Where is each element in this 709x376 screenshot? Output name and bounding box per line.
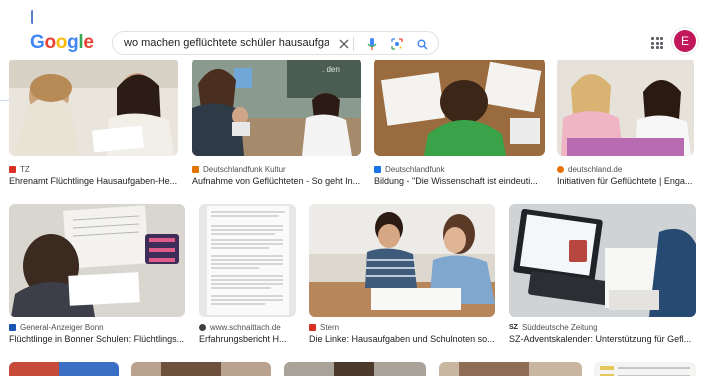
result-card-5[interactable]: General-Anzeiger Bonn Flüchtlinge in Bon… xyxy=(9,204,185,349)
search-input[interactable] xyxy=(124,37,329,49)
result-title[interactable]: Bildung - "Die Wissenschaft ist eindeuti… xyxy=(374,176,546,186)
source-favicon: SZ xyxy=(509,324,518,331)
google-logo[interactable]: Google xyxy=(30,32,94,54)
search-divider xyxy=(353,37,354,51)
source-favicon xyxy=(309,324,316,331)
logo-letter: G xyxy=(30,32,45,53)
result-source[interactable]: General-Anzeiger Bonn xyxy=(20,323,104,332)
cursor-mark xyxy=(31,10,34,24)
result-source[interactable]: Deutschlandfunk Kultur xyxy=(203,165,286,174)
result-image-9[interactable] xyxy=(9,362,119,376)
search-icon[interactable] xyxy=(414,36,430,52)
svg-text:. den: . den xyxy=(322,65,340,74)
result-title[interactable]: Initiativen für Geflüchtete | Enga... xyxy=(557,176,697,186)
result-image-10[interactable] xyxy=(131,362,271,376)
result-image-11[interactable] xyxy=(284,362,426,376)
result-source[interactable]: www.schnaittach.de xyxy=(210,323,281,332)
result-card-3[interactable]: Deutschlandfunk Bildung - "Die Wissensch… xyxy=(374,58,545,188)
result-title[interactable]: Flüchtlinge in Bonner Schulen: Flüchtlin… xyxy=(9,334,185,344)
result-title[interactable]: Ehrenamt Flüchtlinge Hausaufgaben-He... xyxy=(9,176,184,186)
result-image-1[interactable] xyxy=(9,58,178,156)
result-image-4[interactable] xyxy=(557,58,694,156)
result-source[interactable]: Deutschlandfunk xyxy=(385,165,445,174)
result-title[interactable]: Erfahrungsbericht H... xyxy=(199,334,296,344)
source-favicon xyxy=(9,166,16,173)
result-image-13[interactable] xyxy=(594,362,696,376)
microphone-icon[interactable] xyxy=(364,36,380,52)
result-title[interactable]: Die Linke: Hausaufgaben und Schulnoten s… xyxy=(309,334,499,344)
logo-letter: o xyxy=(44,32,56,53)
result-card-1[interactable]: TZ Ehrenamt Flüchtlinge Hausaufgaben-He.… xyxy=(9,58,178,188)
result-card-8[interactable]: SZ Süddeutsche Zeitung SZ-Adventskalende… xyxy=(509,204,696,349)
result-image-3[interactable] xyxy=(374,58,545,156)
result-image-5[interactable] xyxy=(9,204,185,317)
logo-letter: g xyxy=(67,32,79,53)
source-favicon xyxy=(9,324,16,331)
clear-icon[interactable] xyxy=(336,36,352,52)
result-source[interactable]: Stern xyxy=(320,323,339,332)
result-image-8[interactable] xyxy=(509,204,696,317)
avatar[interactable]: E xyxy=(674,30,696,52)
result-title[interactable]: Aufnahme von Geflüchteten - So geht In..… xyxy=(192,176,364,186)
search-box[interactable] xyxy=(112,31,439,55)
result-source[interactable]: TZ xyxy=(20,165,30,174)
result-image-2[interactable]: . den xyxy=(192,58,361,156)
result-image-6[interactable] xyxy=(199,204,296,317)
logo-letter: e xyxy=(83,32,94,53)
source-favicon xyxy=(374,166,381,173)
result-title[interactable]: SZ-Adventskalender: Unterstützung für Ge… xyxy=(509,334,696,344)
result-source[interactable]: Süddeutsche Zeitung xyxy=(522,323,598,332)
result-image-7[interactable] xyxy=(309,204,495,317)
logo-letter: o xyxy=(55,32,68,53)
result-card-6[interactable]: www.schnaittach.de Erfahrungsbericht H..… xyxy=(199,204,296,349)
result-card-7[interactable]: Stern Die Linke: Hausaufgaben und Schuln… xyxy=(309,204,495,349)
source-favicon xyxy=(557,166,564,173)
header-bar: Google E xyxy=(0,0,709,60)
result-image-12[interactable] xyxy=(439,362,582,376)
apps-grid-icon[interactable] xyxy=(651,37,663,49)
source-favicon xyxy=(192,166,199,173)
result-source[interactable]: deutschland.de xyxy=(568,165,622,174)
result-card-4[interactable]: deutschland.de Initiativen für Geflüchte… xyxy=(557,58,694,188)
result-card-2[interactable]: . den Deutschlandfunk Kultur Aufnahme vo… xyxy=(192,58,361,188)
source-favicon xyxy=(199,324,206,331)
lens-icon[interactable] xyxy=(389,36,405,52)
